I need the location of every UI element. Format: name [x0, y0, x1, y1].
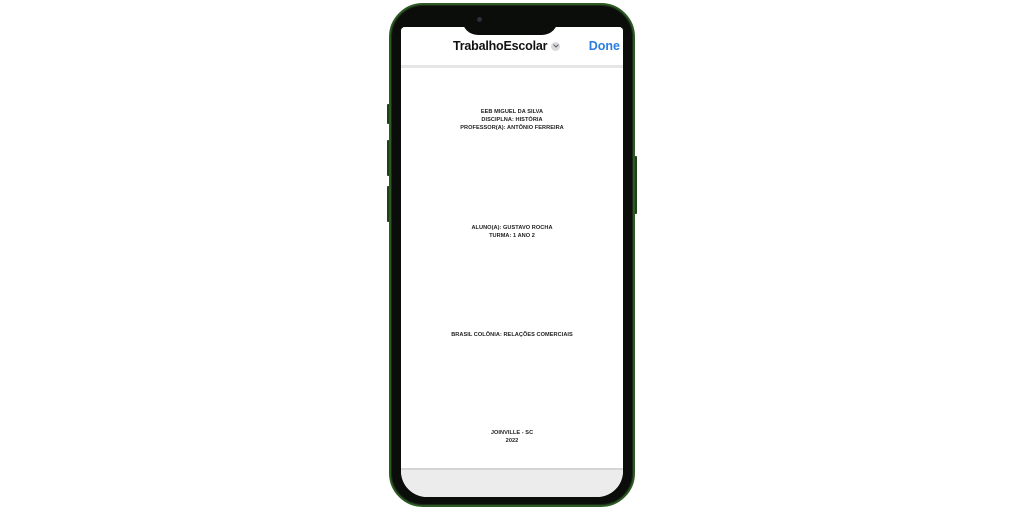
school-name: EEB MIGUEL DA SILVA [480, 109, 544, 115]
work-title-text: BRASIL COLÔNIA: RELAÇÕES COMERCIAIS [451, 332, 573, 338]
student-info: ALUNO(A): GUSTAVO ROCHA TURMA: 1 ANO 2 [401, 224, 623, 240]
done-button[interactable]: Done [589, 39, 620, 53]
teacher-line: PROFESSOR(A): ANTÔNIO FERREIRA [460, 125, 564, 132]
year-line: 2022 [505, 438, 519, 445]
document-title: TrabalhoEscolar [453, 39, 548, 53]
student-name: ALUNO(A): GUSTAVO ROCHA [471, 225, 553, 231]
stage: TrabalhoEscolar Done EEB MIGUEL DA SILVA… [0, 0, 1024, 512]
subject-line: DISCIPLNA: HISTÓRIA [481, 117, 543, 124]
bottom-divider [401, 468, 623, 470]
notch [462, 9, 558, 35]
work-title: BRASIL COLÔNIA: RELAÇÕES COMERCIAIS [401, 331, 623, 339]
city-line: JOINVILLE - SC [490, 430, 534, 436]
class-line: TURMA: 1 ANO 2 [489, 233, 535, 240]
school-header: EEB MIGUEL DA SILVA DISCIPLNA: HISTÓRIA … [401, 108, 623, 133]
document-page: EEB MIGUEL DA SILVA DISCIPLNA: HISTÓRIA … [401, 68, 623, 468]
front-camera-icon [477, 17, 482, 22]
bottom-toolbar-area [401, 468, 623, 497]
location-footer: JOINVILLE - SC 2022 [401, 429, 623, 445]
phone-screen: TrabalhoEscolar Done EEB MIGUEL DA SILVA… [401, 27, 623, 497]
chevron-down-icon[interactable] [551, 41, 561, 51]
document-title-menu[interactable]: TrabalhoEscolar [453, 39, 561, 53]
